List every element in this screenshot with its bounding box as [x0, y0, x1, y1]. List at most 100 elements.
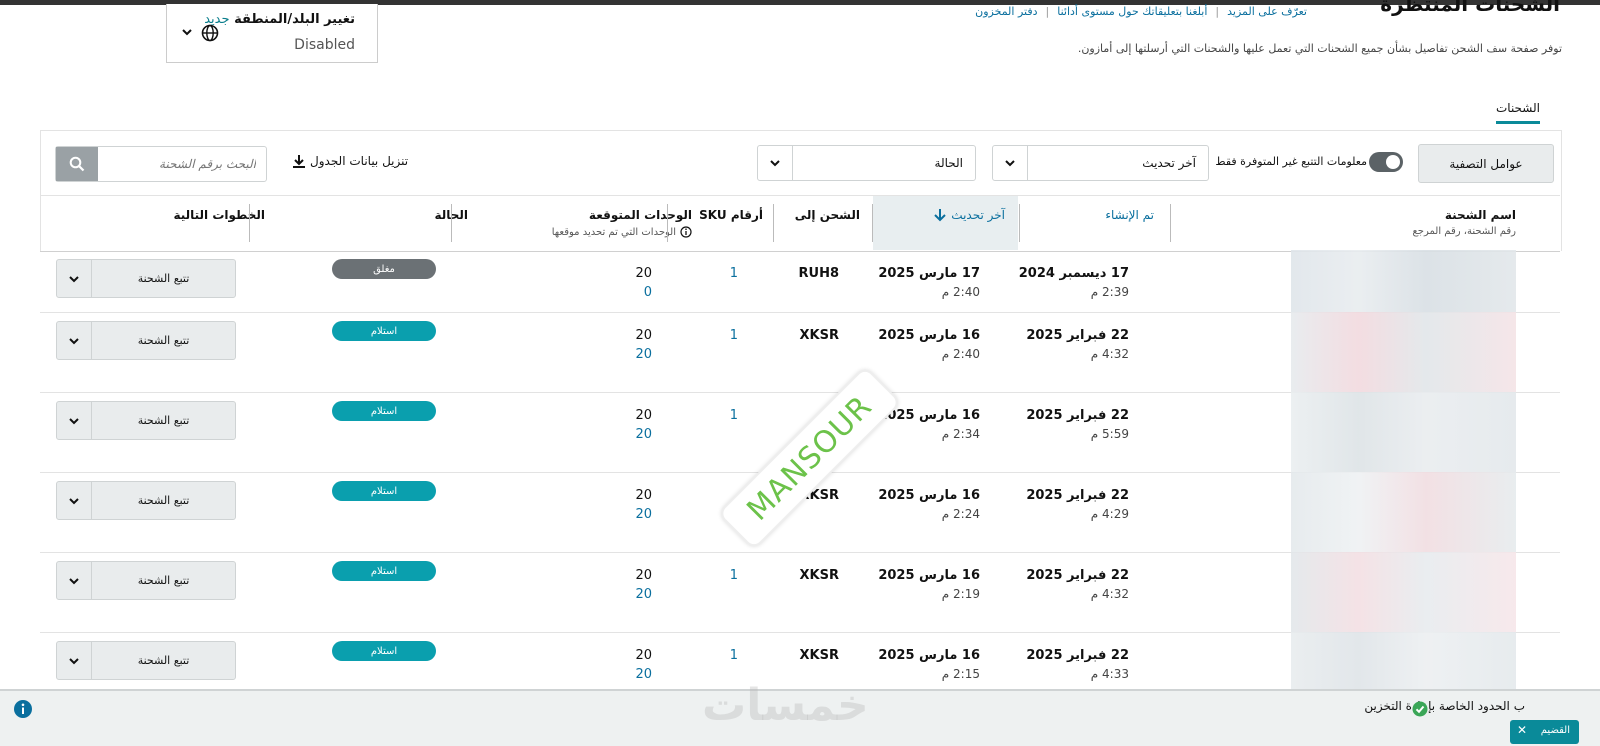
located-units-link[interactable]: 20	[635, 667, 652, 682]
status-select[interactable]: الحالة	[757, 145, 976, 181]
chevron-down-icon	[182, 29, 192, 36]
updated-time: 2:40 م	[941, 347, 980, 361]
top-links: تعرّف على المزيد|أبلغنا بتعليقاتك حول مس…	[967, 5, 1315, 18]
col-created[interactable]: تم الإنشاء	[1105, 208, 1154, 222]
download-table-button[interactable]: تنزيل بيانات الجدول	[292, 154, 408, 168]
tracking-toggle[interactable]	[1369, 152, 1403, 172]
table-header: اسم الشحنة رقم الشحنة، رقم المرجع تم الإن…	[40, 195, 1560, 252]
expected-units: 20	[635, 488, 652, 503]
updated-time: 2:19 م	[941, 587, 980, 601]
track-dropdown-toggle[interactable]	[57, 562, 92, 599]
track-shipment-label: تتبع الشحنة	[137, 272, 190, 285]
status-badge: استلام	[332, 561, 436, 581]
created-time: 4:29 م	[1090, 507, 1129, 521]
blurred-shipment-name	[1291, 632, 1516, 692]
track-shipment-button[interactable]: تتبع الشحنة	[56, 641, 236, 680]
track-dropdown-toggle[interactable]	[57, 402, 92, 439]
table-row: 22 فبراير 2025 4:32 م 16 مارس 2025 2:40 م XK…	[40, 312, 1560, 393]
blurred-shipment-name	[1291, 472, 1516, 552]
created-time: 2:39 م	[1090, 285, 1129, 299]
track-dropdown-toggle[interactable]	[57, 642, 92, 679]
located-units-link[interactable]: 20	[635, 507, 652, 522]
table-row: 22 فبراير 2025 4:32 م 16 مارس 2025 2:19 م XK…	[40, 552, 1560, 633]
chevron-down-icon	[69, 337, 79, 344]
site-logo-watermark: خمسات	[702, 680, 869, 731]
sku-count-link[interactable]: 1	[730, 408, 738, 423]
created-time: 5:59 م	[1090, 427, 1129, 441]
created-date: 22 فبراير 2025	[1026, 408, 1129, 423]
located-units-link[interactable]: 0	[644, 285, 652, 300]
page-title: الشحنات المنتظرة	[1380, 0, 1560, 16]
column-divider	[1170, 204, 1171, 242]
globe-icon	[201, 24, 219, 42]
status-badge: استلام	[332, 401, 436, 421]
blurred-shipment-name	[1291, 312, 1516, 392]
ship-to: RUH8	[798, 266, 840, 281]
track-dropdown-toggle[interactable]	[57, 322, 92, 359]
track-shipment-button[interactable]: تتبع الشحنة	[56, 321, 236, 360]
col-updated[interactable]: آخر تحديث	[933, 208, 1005, 222]
updated-date: 16 مارس 2025	[878, 648, 980, 663]
column-divider	[249, 204, 250, 242]
learn-more-link[interactable]: تعرّف على المزيد	[1219, 5, 1315, 18]
sort-select-value: آخر تحديث	[1142, 156, 1196, 170]
filters-button[interactable]: عوامل التصفية	[1418, 144, 1554, 183]
status-badge: استلام	[332, 641, 436, 661]
sku-count-link[interactable]: 1	[730, 266, 738, 281]
info-icon[interactable]	[13, 699, 33, 719]
close-icon[interactable]: ✕	[1517, 723, 1527, 737]
sort-select[interactable]: آخر تحديث	[992, 145, 1209, 181]
track-shipment-label: تتبع الشحنة	[137, 654, 190, 667]
column-divider	[872, 204, 873, 242]
track-shipment-button[interactable]: تتبع الشحنة	[56, 561, 236, 600]
info-circle-icon[interactable]	[680, 226, 692, 238]
chevron-down-icon	[69, 657, 79, 664]
located-units-link[interactable]: 20	[635, 347, 652, 362]
sku-count-link[interactable]: 1	[730, 328, 738, 343]
sku-count-link[interactable]: 1	[730, 648, 738, 663]
located-units-link[interactable]: 20	[635, 587, 652, 602]
country-label: تغيير البلد/المنطقة جديد	[204, 12, 355, 27]
updated-time: 2:34 م	[941, 427, 980, 441]
track-shipment-button[interactable]: تتبع الشحنة	[56, 401, 236, 440]
status-badge: استلام	[332, 321, 436, 341]
search-box	[55, 146, 267, 182]
col-name: اسم الشحنة رقم الشحنة، رقم المرجع	[1412, 208, 1516, 237]
track-shipment-label: تتبع الشحنة	[137, 494, 190, 507]
page-description: توفر صفحة سف الشحن تفاصيل بشأن جميع الشح…	[1077, 42, 1562, 55]
feedback-link[interactable]: أبلغنا بتعليقاتك حول مستوى أدائنا	[1049, 5, 1215, 18]
blurred-shipment-name	[1291, 392, 1516, 472]
chevron-down-icon	[69, 417, 79, 424]
expected-units: 20	[635, 408, 652, 423]
located-units-link[interactable]: 20	[635, 427, 652, 442]
search-input[interactable]	[104, 150, 258, 178]
track-dropdown-toggle[interactable]	[57, 260, 92, 297]
expected-units: 20	[635, 328, 652, 343]
created-date: 22 فبراير 2025	[1026, 648, 1129, 663]
created-time: 4:33 م	[1090, 667, 1129, 681]
created-date: 22 فبراير 2025	[1026, 568, 1129, 583]
track-shipment-button[interactable]: تتبع الشحنة	[56, 481, 236, 520]
updated-date: 16 مارس 2025	[878, 328, 980, 343]
inventory-book-link[interactable]: دفتر المخزون	[967, 5, 1045, 18]
column-divider	[451, 204, 452, 242]
track-shipment-button[interactable]: تتبع الشحنة	[56, 259, 236, 298]
track-dropdown-toggle[interactable]	[57, 482, 92, 519]
column-divider	[667, 204, 668, 242]
blurred-shipment-name	[1291, 552, 1516, 632]
search-button[interactable]	[56, 147, 98, 181]
chevron-down-icon	[69, 577, 79, 584]
download-icon	[293, 155, 305, 168]
status-badge: استلام	[332, 481, 436, 501]
created-time: 4:32 م	[1090, 587, 1129, 601]
track-shipment-label: تتبع الشحنة	[137, 574, 190, 587]
tracking-toggle-label: معلومات التتبع غير المتوفرة فقط	[1215, 155, 1367, 168]
status-select-value: الحالة	[934, 156, 963, 170]
country-selector[interactable]: تغيير البلد/المنطقة جديد Disabled	[166, 4, 378, 63]
updated-time: 2:15 م	[941, 667, 980, 681]
notice-action-button[interactable]: ✕ القضيم	[1510, 720, 1579, 744]
updated-time: 2:24 م	[941, 507, 980, 521]
sku-count-link[interactable]: 1	[730, 568, 738, 583]
tab-shipments[interactable]: الشحنات	[1495, 101, 1540, 124]
column-divider	[1019, 204, 1020, 242]
